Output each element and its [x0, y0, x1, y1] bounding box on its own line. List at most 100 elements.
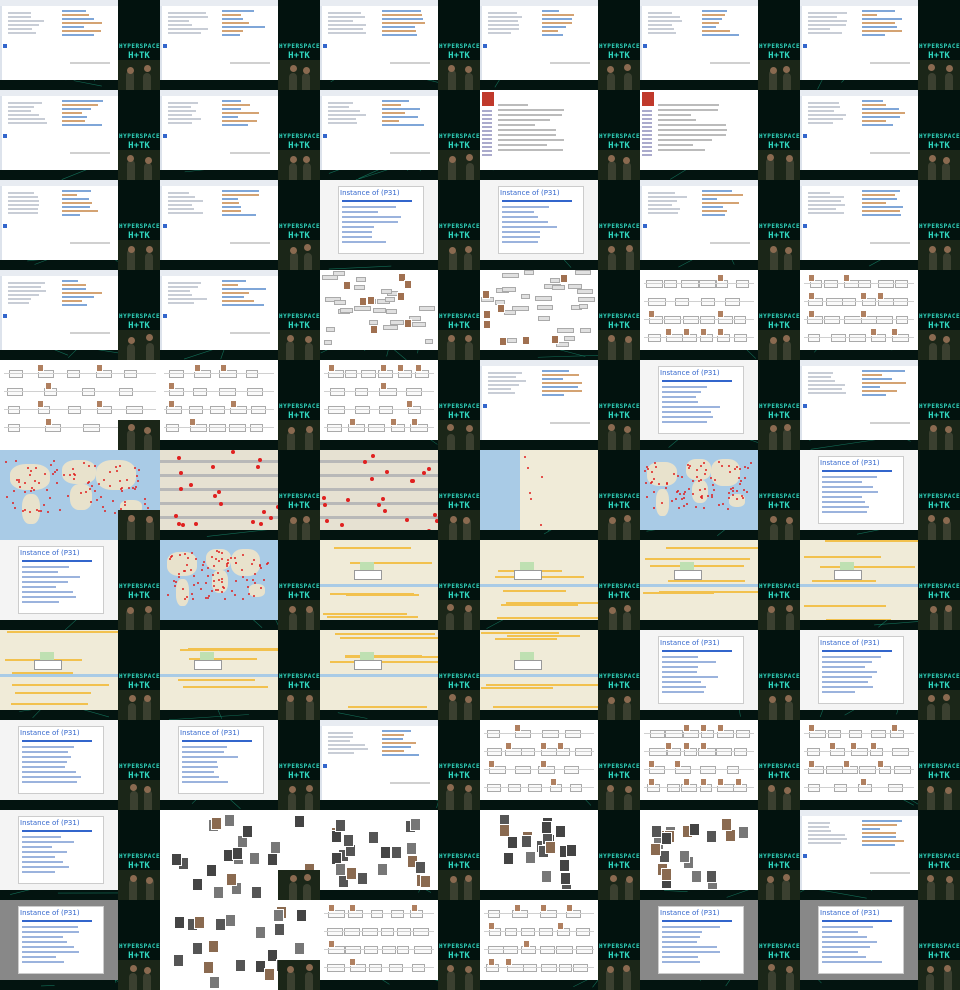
- video-thumbnail[interactable]: Instance of (P31)HYPERSPACEH+TKINVISIBLE…: [800, 900, 960, 990]
- video-thumbnail[interactable]: HYPERSPACEH+TKINVISIBLES: [320, 540, 480, 630]
- video-thumbnail[interactable]: HYPERSPACEH+TKINVISIBLES: [160, 270, 320, 360]
- video-thumbnail[interactable]: HYPERSPACEH+TKINVISIBLES: [160, 0, 320, 90]
- video-thumbnail[interactable]: Instance of (P31)HYPERSPACEH+TKINVISIBLE…: [0, 810, 160, 900]
- video-thumbnail[interactable]: HYPERSPACEH+TKINVISIBLES: [0, 90, 160, 180]
- video-thumbnail[interactable]: HYPERSPACEH+TKINVISIBLES: [160, 180, 320, 270]
- video-thumbnail[interactable]: HYPERSPACEH+TKINVISIBLES: [160, 90, 320, 180]
- video-thumbnail[interactable]: HYPERSPACEH+TKINVISIBLES: [0, 180, 160, 270]
- video-thumbnail[interactable]: HYPERSPACEH+TKINVISIBLES: [320, 720, 480, 810]
- portrait-photo: [717, 724, 725, 732]
- run-button[interactable]: [323, 44, 327, 48]
- video-thumbnail[interactable]: HYPERSPACEH+TKINVISIBLES: [320, 630, 480, 720]
- graph-node: [385, 308, 397, 314]
- run-button[interactable]: [643, 224, 647, 228]
- video-thumbnail[interactable]: HYPERSPACEH+TKINVISIBLES: [480, 270, 640, 360]
- run-button[interactable]: [803, 134, 807, 138]
- video-thumbnail[interactable]: HYPERSPACEH+TKINVISIBLES: [160, 450, 320, 540]
- run-button[interactable]: [163, 224, 167, 228]
- video-thumbnail[interactable]: HYPERSPACEH+TKINVISIBLES: [800, 90, 960, 180]
- run-button[interactable]: [163, 44, 167, 48]
- video-thumbnail[interactable]: Instance of (P31)HYPERSPACEH+TKINVISIBLE…: [800, 450, 960, 540]
- run-button[interactable]: [483, 44, 487, 48]
- run-button[interactable]: [803, 44, 807, 48]
- video-thumbnail[interactable]: HYPERSPACEH+TKINVISIBLES: [480, 720, 640, 810]
- video-thumbnail[interactable]: HYPERSPACEH+TKINVISIBLES: [480, 450, 640, 540]
- video-thumbnail[interactable]: HYPERSPACEH+TKINVISIBLES: [800, 810, 960, 900]
- speaker-figure: [624, 339, 633, 360]
- video-thumbnail[interactable]: Instance of (P31)HYPERSPACEH+TKINVISIBLE…: [800, 630, 960, 720]
- run-button[interactable]: [323, 134, 327, 138]
- video-thumbnail[interactable]: Instance of (P31)HYPERSPACEH+TKINVISIBLE…: [320, 180, 480, 270]
- video-thumbnail[interactable]: HYPERSPACEH+TKINVISIBLES: [320, 450, 480, 540]
- run-button[interactable]: [483, 404, 487, 408]
- run-button[interactable]: [163, 134, 167, 138]
- code-line: [62, 202, 93, 204]
- video-thumbnail[interactable]: HYPERSPACEH+TKINVISIBLES: [800, 180, 960, 270]
- video-thumbnail[interactable]: [160, 900, 320, 990]
- text-line: [808, 12, 848, 14]
- video-thumbnail[interactable]: Instance of (P31)HYPERSPACEH+TKINVISIBLE…: [0, 720, 160, 810]
- run-button[interactable]: [643, 44, 647, 48]
- run-button[interactable]: [803, 854, 807, 858]
- video-thumbnail[interactable]: HYPERSPACEH+TKINVISIBLES: [0, 0, 160, 90]
- video-thumbnail[interactable]: HYPERSPACEH+TKINVISIBLES: [800, 360, 960, 450]
- video-thumbnail[interactable]: HYPERSPACEH+TKINVISIBLES: [320, 90, 480, 180]
- video-thumbnail[interactable]: HYPERSPACEH+TKINVISIBLES: [640, 180, 800, 270]
- video-thumbnail[interactable]: HYPERSPACEH+TKINVISIBLES: [320, 0, 480, 90]
- speaker-head: [942, 335, 950, 343]
- video-thumbnail[interactable]: Instance of (P31)HYPERSPACEH+TKINVISIBLE…: [0, 540, 160, 630]
- video-thumbnail[interactable]: HYPERSPACEH+TKINVISIBLES: [480, 900, 640, 990]
- video-thumbnail[interactable]: HYPERSPACEH+TKINVISIBLES: [640, 450, 800, 540]
- video-thumbnail[interactable]: HYPERSPACEH+TKINVISIBLES: [320, 270, 480, 360]
- map-marker: [183, 569, 186, 572]
- video-thumbnail[interactable]: HYPERSPACEH+TKINVISIBLES: [320, 810, 480, 900]
- road: [183, 685, 268, 688]
- video-thumbnail[interactable]: HYPERSPACEH+TKINVISIBLES: [800, 540, 960, 630]
- slide-dialog-dark: Instance of (P31): [800, 900, 918, 980]
- video-thumbnail[interactable]: HYPERSPACEH+TKINVISIBLES: [0, 630, 160, 720]
- video-thumbnail[interactable]: HYPERSPACEH+TKINVISIBLES: [640, 540, 800, 630]
- video-thumbnail[interactable]: [0, 450, 160, 540]
- video-thumbnail[interactable]: Instance of (P31)HYPERSPACEH+TKINVISIBLE…: [640, 900, 800, 990]
- video-thumbnail[interactable]: HYPERSPACEH+TKINVISIBLES: [800, 0, 960, 90]
- video-thumbnail[interactable]: HYPERSPACEH+TKINVISIBLES: [640, 810, 800, 900]
- video-thumbnail[interactable]: HYPERSPACEH+TKINVISIBLES: [480, 540, 640, 630]
- video-thumbnail[interactable]: HYPERSPACEH+TKINVISIBLES: [480, 0, 640, 90]
- video-thumbnail[interactable]: HYPERSPACEH+TKINVISIBLES: [480, 90, 640, 180]
- run-button[interactable]: [3, 134, 7, 138]
- video-thumbnail[interactable]: HYPERSPACEH+TKINVISIBLES: [0, 270, 160, 360]
- video-thumbnail[interactable]: HYPERSPACEH+TKINVISIBLES: [160, 360, 320, 450]
- video-thumbnail[interactable]: HYPERSPACEH+TKINVISIBLES: [480, 630, 640, 720]
- video-thumbnail[interactable]: Instance of (P31)HYPERSPACEH+TKINVISIBLE…: [640, 630, 800, 720]
- video-thumbnail[interactable]: Instance of (P31)HYPERSPACEH+TKINVISIBLE…: [480, 180, 640, 270]
- graph-node: [520, 294, 530, 300]
- video-thumbnail[interactable]: [0, 360, 160, 450]
- video-thumbnail[interactable]: HYPERSPACEH+TKINVISIBLES: [640, 90, 800, 180]
- run-button[interactable]: [803, 224, 807, 228]
- run-button[interactable]: [3, 44, 7, 48]
- map-popup: [354, 570, 382, 580]
- video-thumbnail[interactable]: HYPERSPACEH+TKINVISIBLES: [480, 810, 640, 900]
- video-thumbnail[interactable]: [160, 810, 320, 900]
- video-thumbnail[interactable]: Instance of (P31)HYPERSPACEH+TKINVISIBLE…: [640, 360, 800, 450]
- video-thumbnail[interactable]: HYPERSPACEH+TKINVISIBLES: [800, 720, 960, 810]
- video-thumbnail[interactable]: HYPERSPACEH+TKINVISIBLES: [320, 360, 480, 450]
- text-line: [642, 146, 652, 148]
- video-thumbnail[interactable]: HYPERSPACEH+TKINVISIBLES: [640, 270, 800, 360]
- video-thumbnail[interactable]: HYPERSPACEH+TKINVISIBLES: [800, 270, 960, 360]
- run-button[interactable]: [3, 224, 7, 228]
- run-button[interactable]: [163, 314, 167, 318]
- run-button[interactable]: [323, 764, 327, 768]
- video-thumbnail[interactable]: HYPERSPACEH+TKINVISIBLES: [640, 720, 800, 810]
- run-button[interactable]: [803, 404, 807, 408]
- video-thumbnail[interactable]: HYPERSPACEH+TKINVISIBLES: [320, 900, 480, 990]
- video-thumbnail[interactable]: HYPERSPACEH+TKINVISIBLES: [160, 540, 320, 630]
- video-thumbnail[interactable]: HYPERSPACEH+TKINVISIBLES: [640, 0, 800, 90]
- video-thumbnail[interactable]: HYPERSPACEH+TKINVISIBLES: [480, 360, 640, 450]
- video-thumbnail[interactable]: Instance of (P31)HYPERSPACEH+TKINVISIBLE…: [160, 720, 320, 810]
- run-button[interactable]: [3, 314, 7, 318]
- status-line: [390, 782, 430, 784]
- video-thumbnail[interactable]: HYPERSPACEH+TKINVISIBLES: [160, 630, 320, 720]
- speaker-figure: [767, 971, 776, 990]
- video-thumbnail[interactable]: Instance of (P31)HYPERSPACEH+TKINVISIBLE…: [0, 900, 160, 990]
